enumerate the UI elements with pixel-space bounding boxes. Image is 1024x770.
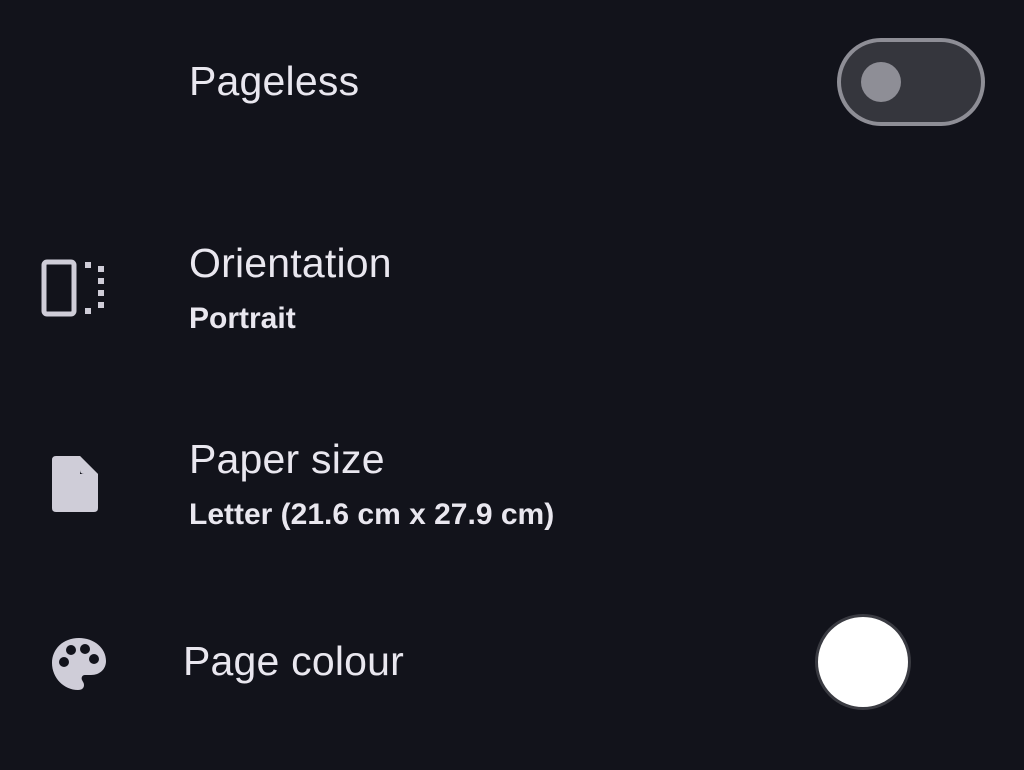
pageless-label: Pageless: [189, 58, 360, 104]
palette-icon: [50, 636, 108, 697]
page-setup-screen: Pageless Orientation Portrait Paper size…: [0, 0, 1024, 770]
toggle-knob: [861, 62, 901, 102]
paper-size-value: Letter (21.6 cm x 27.9 cm): [189, 498, 555, 531]
document-icon: [50, 454, 100, 519]
page-colour-setting-row[interactable]: Page colour: [0, 600, 1024, 720]
pageless-toggle[interactable]: [837, 38, 985, 126]
pageless-setting-row[interactable]: Pageless: [0, 30, 1024, 140]
paper-size-label: Paper size: [189, 436, 385, 482]
paper-size-setting-row[interactable]: Paper size Letter (21.6 cm x 27.9 cm): [0, 430, 1024, 550]
orientation-icon: [40, 258, 110, 323]
orientation-label: Orientation: [189, 240, 392, 286]
page-colour-swatch[interactable]: [815, 614, 911, 710]
orientation-value: Portrait: [189, 302, 296, 335]
orientation-setting-row[interactable]: Orientation Portrait: [0, 230, 1024, 350]
page-colour-label: Page colour: [183, 638, 405, 684]
